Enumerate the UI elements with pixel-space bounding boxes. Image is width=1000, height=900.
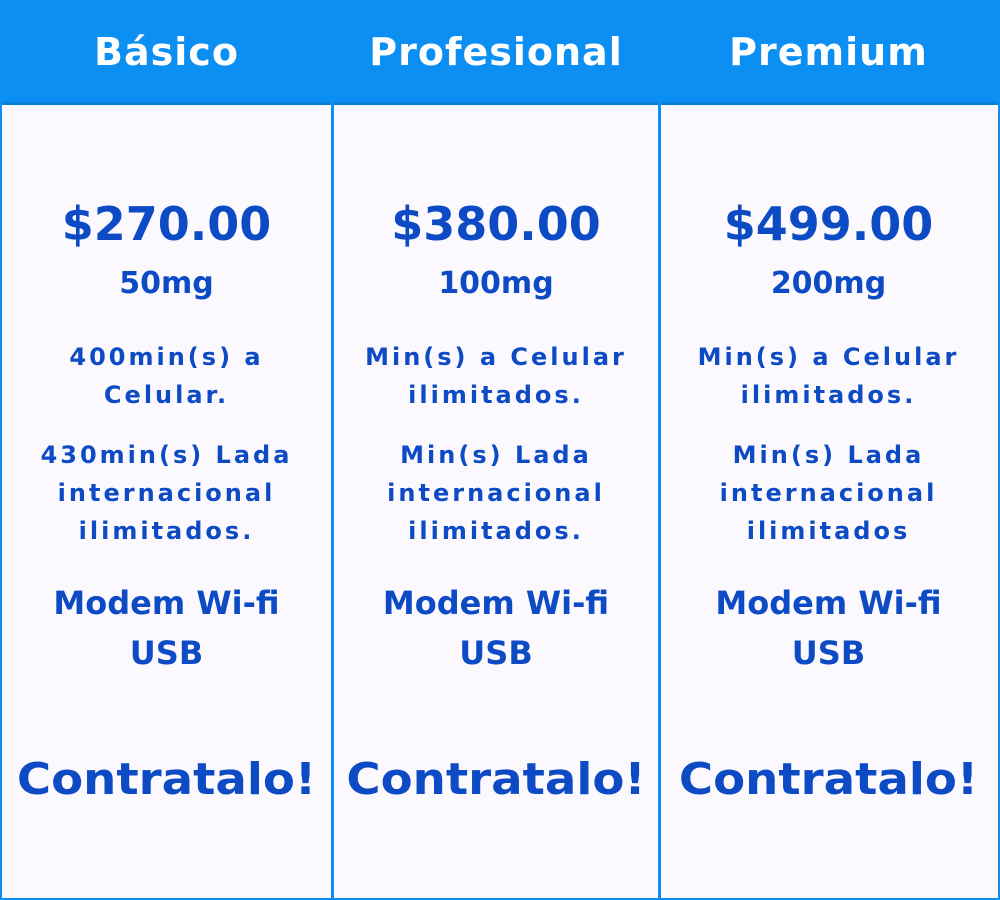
plan-price: $499.00	[723, 197, 934, 251]
plan-feature-minutes: 400min(s) a Celular.	[69, 343, 264, 409]
plan-feature-minutes: Min(s) a Celular ilimitados.	[697, 343, 960, 409]
plan-feature-modem: Modem Wi-fi USB	[53, 584, 280, 672]
plan-name: Premium	[729, 30, 928, 74]
plan-price: $270.00	[61, 197, 272, 251]
plan-data: 200mg	[770, 266, 887, 301]
plan-price: $380.00	[391, 197, 601, 251]
plan-column-basico: Básico $270.00 50mg 400min(s) a Celular.…	[2, 2, 334, 898]
plan-column-premium: Premium $499.00 200mg Min(s) a Celular i…	[661, 2, 996, 898]
contract-button[interactable]: Contratalo!	[0, 754, 341, 805]
plan-name: Profesional	[369, 30, 623, 74]
plan-feature-international: Min(s) Lada internacional ilimitados.	[387, 441, 605, 545]
plan-column-profesional: Profesional $380.00 100mg Min(s) a Celul…	[334, 2, 661, 898]
plan-feature-modem: Modem Wi-fi USB	[382, 584, 610, 672]
contract-button[interactable]: Contratalo!	[651, 754, 1000, 805]
contract-button[interactable]: Contratalo!	[324, 754, 667, 805]
plan-name: Básico	[94, 30, 239, 74]
plan-data: 100mg	[438, 266, 554, 301]
plan-feature-minutes: Min(s) a Celular ilimitados.	[365, 343, 627, 409]
plan-feature-modem: Modem Wi-fi USB	[715, 584, 942, 672]
plan-data: 50mg	[119, 266, 214, 301]
plan-feature-international: 430min(s) Lada internacional ilimitados.	[40, 441, 293, 545]
plan-feature-international: Min(s) Lada internacional ilimitados	[719, 441, 938, 545]
pricing-table: Básico $270.00 50mg 400min(s) a Celular.…	[0, 0, 1000, 900]
